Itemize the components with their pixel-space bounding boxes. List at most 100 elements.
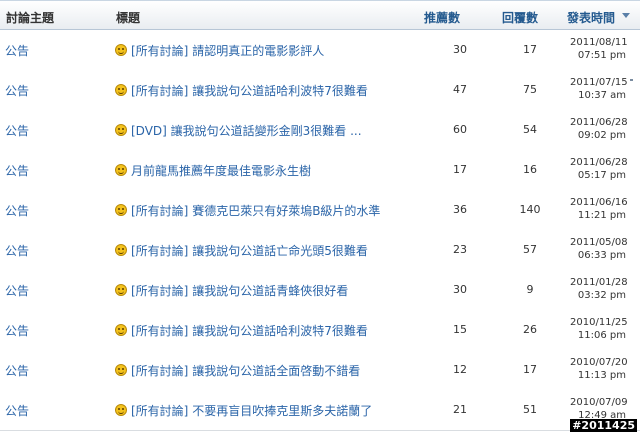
forum-link[interactable]: 公告 — [5, 242, 29, 259]
post-clock: 09:02 pm — [577, 130, 626, 141]
post-date: 2011/06/28 — [570, 157, 628, 168]
sort-down-icon[interactable] — [622, 13, 630, 18]
post-time: 2010/11/25 11:06 pm — [570, 316, 628, 342]
smiley-icon — [115, 204, 127, 216]
post-time: 2011/06/16 11:21 pm — [570, 196, 628, 222]
post-date: 2010/07/20 — [570, 357, 628, 368]
post-time: 2010/07/20 11:13 pm — [570, 356, 628, 382]
category-link[interactable]: [所有討論] — [131, 404, 188, 418]
forum-link[interactable]: 公告 — [5, 42, 29, 59]
category-link[interactable]: [所有討論] — [131, 244, 188, 258]
smiley-icon — [115, 404, 127, 416]
post-date: 2011/08/11 — [570, 37, 628, 48]
reply-count: 17 — [523, 43, 537, 56]
reply-count: 16 — [523, 163, 537, 176]
topic-title-link[interactable]: 讓我說句公道話亡命光頭5很難看 — [192, 244, 368, 258]
category-link[interactable]: [DVD] — [131, 124, 167, 138]
reply-count: 9 — [526, 283, 534, 296]
post-date: 2010/11/25 — [570, 317, 628, 328]
post-clock: 11:06 pm — [577, 330, 626, 341]
recommend-count: 36 — [453, 203, 467, 216]
reply-count: 75 — [523, 83, 537, 96]
smiley-icon — [115, 284, 127, 296]
post-time: 2011/06/28 05:17 pm — [570, 156, 628, 182]
table-row: 公告 月前龍馬推薦年度最佳電影永生樹 17 16 2011/06/28 05:17 pm — [0, 150, 640, 191]
forum-link[interactable]: 公告 — [5, 402, 29, 419]
table-row: 公告 [所有討論] 讓我說句公道話哈利波特7很難看 47 75 2011/07/15 10… — [0, 70, 640, 111]
recommend-count: 30 — [453, 283, 467, 296]
recommend-count: 30 — [453, 43, 467, 56]
category-link[interactable]: [所有討論] — [131, 364, 188, 378]
topic-title-link[interactable]: 請認明真正的電影影評人 — [192, 44, 324, 58]
table-row: 公告 [DVD] 讓我說句公道話變形金剛3很難看 ... 60 54 2011/06/2… — [0, 110, 640, 151]
forum-link[interactable]: 公告 — [5, 362, 29, 379]
smiley-icon — [115, 164, 127, 176]
smiley-icon — [115, 84, 127, 96]
category-link[interactable]: [所有討論] — [131, 204, 188, 218]
post-date: 2011/01/28 — [570, 277, 628, 288]
forum-link[interactable]: 公告 — [5, 122, 29, 139]
post-date: 2010/07/09 — [570, 397, 628, 408]
forum-link[interactable]: 公告 — [5, 162, 29, 179]
smiley-icon — [115, 124, 127, 136]
table-row: 公告 [所有討論] 賽德克巴萊只有好萊塢B級片的水準 36 140 2011/06/16… — [0, 190, 640, 231]
post-clock: 03:32 pm — [577, 290, 626, 301]
topic-title-link[interactable]: 讓我說句公道話青蜂俠很好看 — [192, 284, 348, 298]
scrollbar[interactable] — [630, 30, 640, 434]
category-link[interactable]: [所有討論] — [131, 284, 188, 298]
table-row: 公告 [所有討論] 讓我說句公道話哈利波特7很難看 15 26 2010/11/25 11… — [0, 310, 640, 351]
post-time: 2011/08/11 07:51 pm — [570, 36, 628, 62]
forum-link[interactable]: 公告 — [5, 282, 29, 299]
header-recommend-sort[interactable]: 推薦數 — [424, 9, 460, 26]
post-clock: 06:33 pm — [577, 250, 626, 261]
recommend-count: 15 — [453, 323, 467, 336]
smiley-icon — [115, 324, 127, 336]
post-clock: 10:37 am — [578, 90, 626, 101]
category-link[interactable]: [所有討論] — [131, 44, 188, 58]
header-replies-sort[interactable]: 回覆數 — [502, 9, 538, 26]
post-time: 2011/01/28 03:32 pm — [570, 276, 628, 302]
topic-title-link[interactable]: 讓我說句公道話哈利波特7很難看 — [192, 84, 368, 98]
reply-count: 54 — [523, 123, 537, 136]
table-row: 公告 [所有討論] 請認明真正的電影影評人 30 17 2011/08/11 07:51 … — [0, 30, 640, 71]
topic-title-link[interactable]: 讓我說句公道話全面啓動不錯看 — [192, 364, 360, 378]
post-time: 2011/05/08 06:33 pm — [570, 236, 628, 262]
reply-count: 51 — [523, 403, 537, 416]
table-row: 公告 [所有討論] 不要再盲目吹捧克里斯多夫諾蘭了 21 51 2010/07/09 12… — [0, 390, 640, 431]
post-clock: 07:51 pm — [577, 50, 626, 61]
post-clock: 11:21 pm — [577, 210, 626, 221]
topic-title-link[interactable]: 月前龍馬推薦年度最佳電影永生樹 — [131, 164, 311, 178]
header-title: 標題 — [116, 11, 141, 25]
scroll-marker — [630, 79, 633, 81]
post-time: 2011/06/28 09:02 pm — [570, 116, 628, 142]
topic-title-link[interactable]: 不要再盲目吹捧克里斯多夫諾蘭了 — [192, 404, 372, 418]
topic-title-link[interactable]: 賽德克巴萊只有好萊塢B級片的水準 — [192, 204, 380, 218]
smiley-icon — [115, 364, 127, 376]
reply-count: 140 — [519, 203, 541, 216]
recommend-count: 21 — [453, 403, 467, 416]
topic-title-link[interactable]: 讓我說句公道話哈利波特7很難看 — [192, 324, 368, 338]
watermark: #2011425 — [570, 419, 637, 432]
reply-count: 17 — [523, 363, 537, 376]
header-forum: 討論主題 — [6, 11, 55, 25]
forum-link[interactable]: 公告 — [5, 322, 29, 339]
table-header: 討論主題 標題 推薦數 回覆數 發表時間 — [0, 1, 640, 30]
reply-count: 26 — [523, 323, 537, 336]
forum-link[interactable]: 公告 — [5, 82, 29, 99]
post-date: 2011/06/28 — [570, 117, 628, 128]
category-link[interactable]: [所有討論] — [131, 324, 188, 338]
table-row: 公告 [所有討論] 讓我說句公道話亡命光頭5很難看 23 57 2011/05/08 06… — [0, 230, 640, 271]
header-posted-sort[interactable]: 發表時間 — [567, 9, 615, 26]
reply-count: 57 — [523, 243, 537, 256]
forum-link[interactable]: 公告 — [5, 202, 29, 219]
post-time: 2011/07/15 10:37 am — [570, 76, 628, 102]
recommend-count: 17 — [453, 163, 467, 176]
smiley-icon — [115, 244, 127, 256]
post-clock: 05:17 pm — [577, 170, 626, 181]
recommend-count: 23 — [453, 243, 467, 256]
post-date: 2011/05/08 — [570, 237, 628, 248]
category-link[interactable]: [所有討論] — [131, 84, 188, 98]
recommend-count: 47 — [453, 83, 467, 96]
smiley-icon — [115, 44, 127, 56]
topic-title-link[interactable]: 讓我說句公道話變形金剛3很難看 ... — [171, 124, 362, 138]
